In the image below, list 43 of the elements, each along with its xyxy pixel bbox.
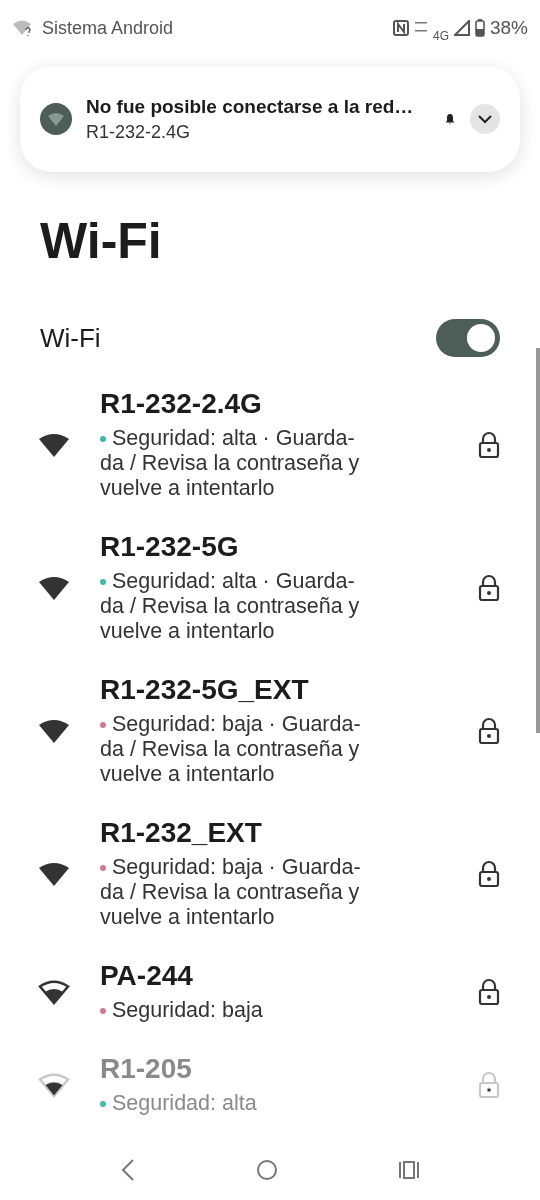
wifi-question-icon [12, 19, 34, 37]
wifi-label: Wi-Fi [40, 322, 101, 354]
network-status: Seguridad: alta [111, 1091, 258, 1116]
lock-icon [478, 1070, 500, 1099]
network-status: Seguridad: baja [111, 998, 264, 1023]
expand-button[interactable] [470, 104, 500, 134]
notification-card[interactable]: No fue posible conectarse a la red… R1-232-2.4G [20, 66, 520, 172]
notification-subtitle: R1-232-2.4G [86, 121, 192, 143]
page-title: Wi-Fi [40, 216, 163, 266]
recents-button[interactable] [398, 1160, 420, 1180]
network-status: Seguridad: baja · Guarda-da / Revisa la contraseña y vuelve a intentarlo [100, 712, 362, 787]
notification-app-name: Sistema Android [42, 17, 174, 39]
lock-icon [478, 859, 500, 888]
lock-icon [478, 716, 500, 745]
network-status: Seguridad: baja · Guarda-da / Revisa la contraseña y vuelve a intentarlo [100, 855, 362, 930]
wifi-signal-icon [38, 431, 70, 458]
network-name[interactable]: PA-244 [100, 960, 448, 992]
lock-icon [478, 573, 500, 602]
wifi-signal-icon [38, 717, 70, 744]
lock-icon [478, 977, 500, 1006]
lock-icon [478, 430, 500, 459]
wifi-question-icon [40, 103, 72, 135]
network-name[interactable]: R1-232-2.4G [100, 388, 448, 420]
wifi-switch[interactable] [436, 319, 500, 357]
wifi-signal-icon [38, 978, 70, 1005]
cell-signal-icon [453, 20, 470, 36]
network-name[interactable]: R1-232-5G_EXT [100, 674, 448, 706]
wifi-signal-icon [38, 860, 70, 887]
network-status: Seguridad: alta · Guarda-da / Revisa la contraseña y vuelve a intentarlo [100, 569, 361, 644]
home-button[interactable] [256, 1159, 278, 1181]
wifi-signal-icon [38, 574, 70, 601]
notification-title: No fue posible conectarse a la red… [86, 95, 415, 118]
network-status: Seguridad: alta · Guarda-da / Revisa la contraseña y vuelve a intentarlo [100, 426, 361, 501]
chevron-icon [477, 114, 493, 124]
network-name[interactable]: R1-232_EXT [100, 817, 448, 849]
wifi-signal-icon [38, 1071, 70, 1098]
nfc-icon [392, 20, 409, 36]
battery-percent: 38% [489, 17, 528, 39]
network-name[interactable]: R1-232-5G [100, 531, 448, 563]
battery-icon [474, 19, 485, 37]
network-type: 4G [432, 29, 449, 43]
bell-icon [444, 113, 456, 125]
back-button[interactable] [120, 1158, 136, 1182]
